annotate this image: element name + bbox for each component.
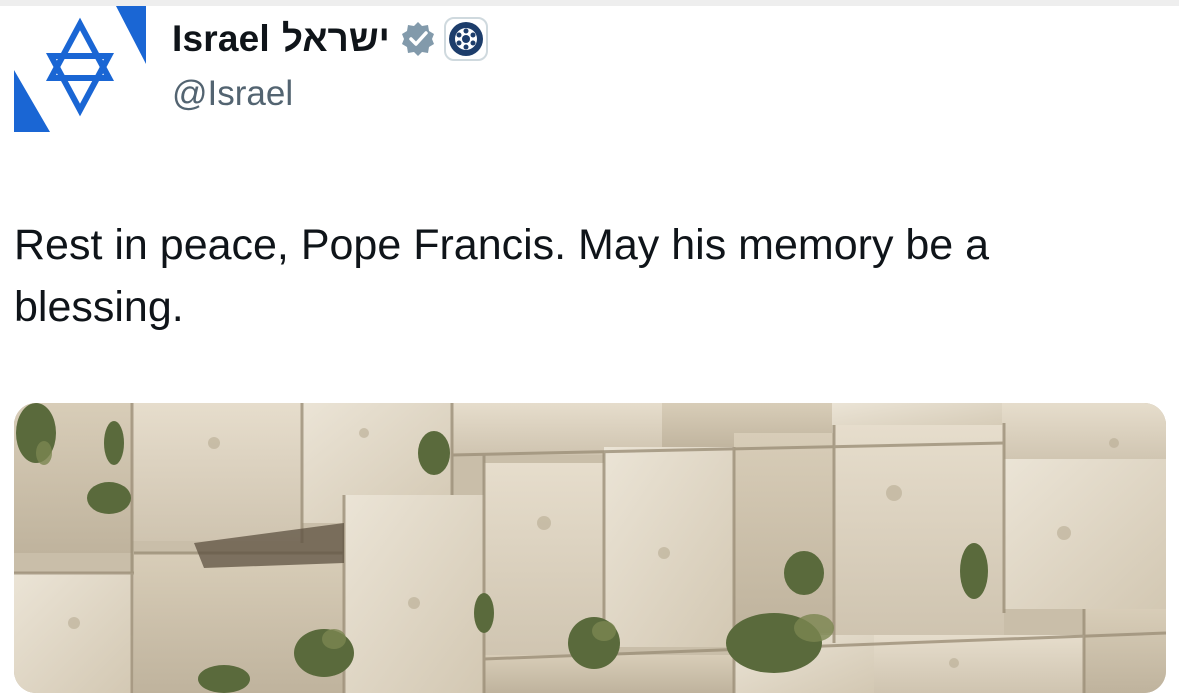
government-affiliation-icon[interactable] (443, 17, 488, 61)
star-of-david-flag-icon (14, 6, 146, 132)
top-edge (0, 0, 1179, 6)
display-name-hebrew[interactable]: ישראל (282, 18, 390, 60)
tweet-header: Israel ישראל @Israel (172, 14, 488, 114)
tweet-text: Rest in peace, Pope Francis. May his mem… (14, 221, 990, 331)
user-handle[interactable]: @Israel (172, 74, 488, 114)
verified-badge-icon[interactable] (400, 21, 436, 57)
name-row: Israel ישראל (172, 14, 488, 64)
tweet-media-photo[interactable] (14, 403, 1166, 693)
profile-avatar[interactable] (12, 6, 150, 134)
display-name[interactable]: Israel (172, 18, 270, 60)
stone-wall-photo (14, 403, 1166, 693)
